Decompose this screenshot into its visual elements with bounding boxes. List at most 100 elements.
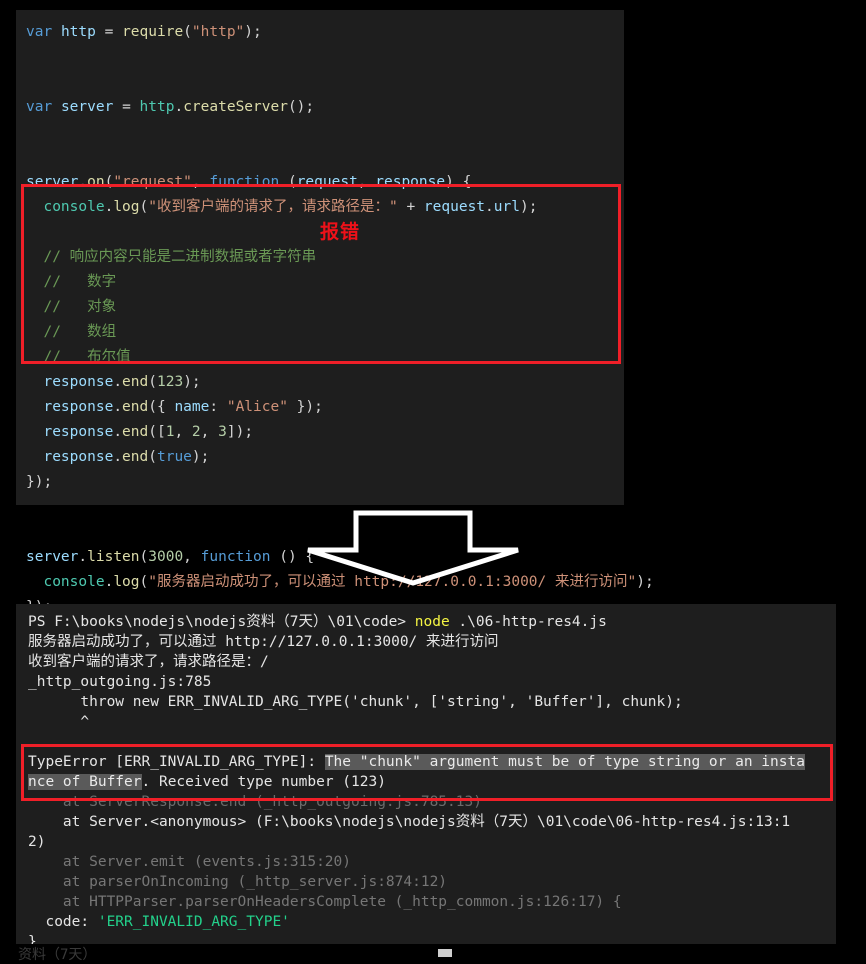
token-string: "Alice": [226, 399, 288, 415]
token-punct: (: [279, 174, 297, 190]
terminal-stack-line: at HTTPParser.parserOnHeadersComplete (_…: [28, 894, 622, 910]
code-line: var http = require("http");: [16, 20, 624, 45]
terminal-partial-bottom-text: 资料（7天）: [18, 947, 97, 962]
code-line: response.end([1, 2, 3]);: [16, 420, 624, 445]
token-punct: ,: [174, 424, 192, 440]
token-comment: // 布尔值: [43, 349, 131, 365]
token-punct: ,: [183, 549, 201, 565]
token-object: http: [139, 99, 175, 115]
code-line-comment: // 数字: [16, 270, 624, 295]
token-punct: (: [139, 574, 149, 590]
token-punct: +: [397, 199, 424, 215]
token-punct: .: [113, 449, 123, 465]
terminal-error-line-1: TypeError [ERR_INVALID_ARG_TYPE]: The "c…: [16, 752, 836, 772]
token-punct: ,: [191, 174, 210, 190]
token-number: 123: [156, 374, 184, 390]
terminal-output-line: 收到客户端的请求了，请求路径是：/: [28, 654, 269, 670]
code-line-comment: // 布尔值: [16, 345, 624, 370]
terminal-command-arg: .\06-http-res4.js: [449, 614, 607, 630]
terminal-output-line: ^: [28, 714, 90, 730]
error-prefix: TypeError [ERR_INVALID_ARG_TYPE]:: [28, 754, 325, 770]
token-param: request: [423, 199, 486, 215]
token-punct: .: [113, 424, 123, 440]
token-punct: ();: [287, 99, 315, 115]
code-line: server.on("request", function (request, …: [16, 170, 624, 195]
terminal-cursor: [438, 949, 452, 957]
token-string: "http": [191, 24, 245, 40]
code-line-comment: // 响应内容只能是二进制数据或者字符串: [16, 245, 624, 270]
token-method: log: [113, 574, 140, 590]
code-line-comment: // 数组: [16, 320, 624, 345]
token-object: console: [43, 199, 105, 215]
token-key: name: [174, 399, 210, 415]
token-identifier: response: [43, 374, 114, 390]
powershell-terminal-panel[interactable]: PS F:\books\nodejs\nodejs资料（7天）\01\code>…: [16, 604, 836, 944]
token-punct: (: [139, 549, 149, 565]
token-comment: // 响应内容只能是二进制数据或者字符串: [43, 249, 317, 265]
terminal-stack-line: 2): [28, 834, 46, 850]
token-identifier: response: [43, 424, 114, 440]
error-suffix: . Received type number (123): [141, 774, 386, 790]
down-arrow-icon: [307, 510, 519, 586]
token-identifier: server: [26, 174, 79, 190]
token-comment: // 数组: [43, 324, 117, 340]
token-punct: .: [78, 549, 88, 565]
token-punct: ) {: [445, 174, 472, 190]
error-code-key: code:: [28, 914, 98, 930]
token-punct: ]);: [226, 424, 254, 440]
token-number: 3000: [148, 549, 184, 565]
token-keyword: var: [26, 24, 53, 40]
token-punct: (: [139, 199, 149, 215]
token-string: "request": [113, 174, 192, 190]
token-punct: );: [519, 199, 538, 215]
terminal-output-line: 服务器启动成功了，可以通过 http://127.0.0.1:3000/ 来进行…: [28, 634, 499, 650]
token-punct: );: [183, 374, 201, 390]
terminal-stack-line: at ServerResponse.end (_http_outgoing.js…: [28, 794, 482, 810]
token-identifier: server: [26, 549, 79, 565]
error-selected-text-1: The "chunk" argument must be of type str…: [324, 754, 805, 770]
token-punct: .: [113, 374, 123, 390]
token-punct: .: [485, 199, 494, 215]
token-param: request: [296, 174, 358, 190]
token-punct: .: [113, 399, 123, 415]
token-comment: // 数字: [43, 274, 117, 290]
token-object: console: [43, 574, 105, 590]
token-punct: ,: [200, 424, 219, 440]
token-punct: .: [104, 574, 114, 590]
token-keyword: var: [26, 99, 53, 115]
token-method: createServer: [183, 99, 288, 115]
token-method: end: [122, 424, 149, 440]
annotation-label-baocuo: 报错: [320, 221, 361, 243]
token-punct: );: [244, 24, 262, 40]
code-editor-panel[interactable]: var http = require("http"); var server =…: [16, 10, 654, 615]
terminal-prompt-line: PS F:\books\nodejs\nodejs资料（7天）\01\code>…: [16, 612, 836, 632]
token-punct: });: [287, 399, 323, 415]
token-punct: .: [104, 199, 114, 215]
terminal-output-line: _http_outgoing.js:785: [28, 674, 212, 690]
token-punct: );: [191, 449, 210, 465]
token-identifier: response: [43, 449, 114, 465]
token-method: end: [122, 399, 149, 415]
error-selected-text-2: nce of Buffer: [28, 774, 142, 790]
code-line: response.end({ name: "Alice" });: [16, 395, 624, 420]
token-number: 3: [218, 424, 227, 440]
token-method: end: [122, 449, 149, 465]
code-line-comment: // 对象: [16, 295, 624, 320]
token-keyword: function: [200, 549, 271, 565]
code-line: });: [16, 470, 624, 495]
terminal-stack-line: at Server.emit (events.js:315:20): [28, 854, 352, 870]
token-punct: (: [148, 449, 157, 465]
code-line: response.end(123);: [16, 370, 624, 395]
token-keyword: function: [209, 174, 280, 190]
token-boolean: true: [156, 449, 192, 465]
token-punct: ,: [357, 174, 376, 190]
token-prop: url: [493, 199, 520, 215]
terminal-error-code-line: code: 'ERR_INVALID_ARG_TYPE': [16, 912, 836, 932]
token-identifier: response: [43, 399, 114, 415]
token-param: response: [375, 174, 446, 190]
token-punct: ({: [148, 399, 175, 415]
